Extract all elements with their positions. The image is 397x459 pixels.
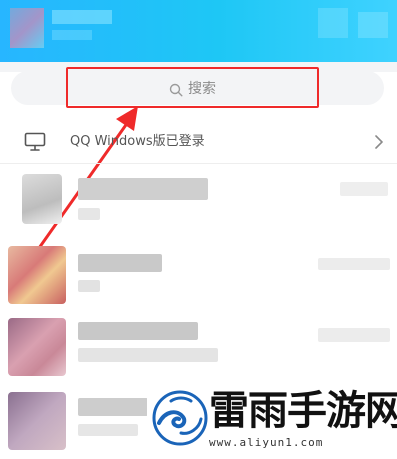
conversation-item[interactable] [0, 240, 397, 310]
blurred-time [318, 328, 390, 342]
monitor-icon [24, 132, 46, 152]
divider [0, 163, 397, 164]
blurred-name [78, 322, 198, 340]
blurred-time [318, 258, 390, 270]
avatar [8, 392, 66, 450]
device-login-status: QQ Windows版已登录 [70, 134, 205, 149]
blurred-name [78, 254, 162, 272]
avatar [8, 318, 66, 376]
app-header [0, 0, 397, 62]
blurred-time [340, 182, 388, 196]
header-blur-block [358, 12, 388, 38]
avatar [22, 174, 62, 224]
blurred-name [78, 178, 208, 200]
conversation-item[interactable] [0, 170, 397, 240]
blurred-preview [78, 424, 138, 436]
header-blur-block [52, 10, 112, 24]
header-blur-block [318, 8, 348, 38]
blurred-preview [78, 280, 100, 292]
avatar [8, 246, 66, 304]
watermark-url: www.aliyun1.com [209, 436, 324, 449]
watermark-title: 雷雨手游网 [209, 387, 397, 434]
profile-avatar[interactable] [10, 8, 44, 48]
blurred-name [78, 398, 148, 416]
chevron-right-icon [374, 134, 384, 150]
wave-logo-icon [152, 390, 208, 446]
device-login-row[interactable]: QQ Windows版已登录 [0, 124, 397, 160]
annotation-highlight-box [66, 67, 319, 108]
blurred-preview [78, 208, 100, 220]
conversation-item[interactable] [0, 312, 397, 382]
site-watermark: 雷雨手游网 www.aliyun1.com [147, 383, 397, 459]
blurred-preview [78, 348, 218, 362]
header-blur-block [52, 30, 92, 40]
